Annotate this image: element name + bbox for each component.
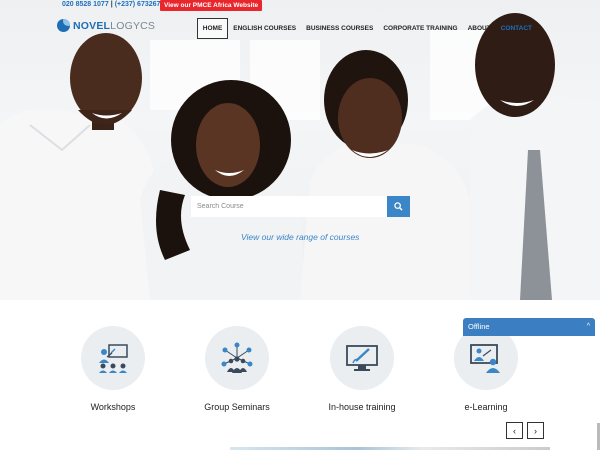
workshop-presentation-icon xyxy=(99,344,128,373)
feature-in-house-training[interactable]: In-house training xyxy=(302,326,422,412)
page: 020 8528 1077|(+237) 673267414| View our… xyxy=(0,0,600,450)
nav-about[interactable]: ABOUT xyxy=(463,18,496,39)
logo-globe-icon xyxy=(57,19,70,32)
feature-label: Group Seminars xyxy=(204,402,270,412)
feature-label: In-house training xyxy=(328,402,396,412)
monitor-pen-icon xyxy=(346,345,378,371)
group-network-icon xyxy=(221,342,253,373)
carousel-prev-button[interactable]: ‹ xyxy=(506,422,523,439)
course-search xyxy=(191,196,410,217)
online-teacher-icon xyxy=(470,344,500,373)
logo-wordmark: NOVELLOGYCS xyxy=(73,19,156,32)
feature-group-seminars[interactable]: Group Seminars xyxy=(177,326,297,412)
chat-status: Offline xyxy=(468,322,490,331)
search-input[interactable] xyxy=(191,196,387,217)
carousel-next-button[interactable]: › xyxy=(527,422,544,439)
feature-e-learning[interactable]: e-Learning xyxy=(426,326,546,412)
feature-icon-circle xyxy=(81,326,145,390)
chevron-right-icon: › xyxy=(534,425,537,436)
hero-people-photo xyxy=(0,13,600,300)
main-navigation: HOME ENGLISH COURSES BUSINESS COURSES CO… xyxy=(196,18,537,39)
feature-icon-circle xyxy=(330,326,394,390)
site-logo[interactable]: NOVELLOGYCS xyxy=(57,19,155,32)
search-icon xyxy=(394,202,403,211)
phone-uk[interactable]: 020 8528 1077 xyxy=(62,1,109,8)
nav-corporate-training[interactable]: CORPORATE TRAINING xyxy=(378,18,462,39)
chevron-up-icon[interactable]: ^ xyxy=(587,318,590,336)
chat-widget-offline[interactable]: Offline ^ xyxy=(463,318,595,336)
nav-home[interactable]: HOME xyxy=(196,18,229,39)
feature-icon-circle xyxy=(205,326,269,390)
nav-english-courses[interactable]: ENGLISH COURSES xyxy=(228,18,301,39)
chevron-left-icon: ‹ xyxy=(513,425,516,436)
pmce-africa-link[interactable]: View our PMCE Africa Website xyxy=(160,0,263,11)
search-button[interactable] xyxy=(387,196,410,217)
courses-tagline-link[interactable]: View our wide range of courses xyxy=(241,232,359,242)
feature-label: Workshops xyxy=(90,402,136,412)
hero-banner xyxy=(0,0,600,300)
top-contact-bar: 020 8528 1077|(+237) 673267414| View our… xyxy=(0,0,600,12)
nav-business-courses[interactable]: BUSINESS COURSES xyxy=(301,18,378,39)
nav-contact[interactable]: CONTACT xyxy=(496,18,537,39)
feature-workshops[interactable]: Workshops xyxy=(53,326,173,412)
feature-label: e-Learning xyxy=(464,402,508,412)
